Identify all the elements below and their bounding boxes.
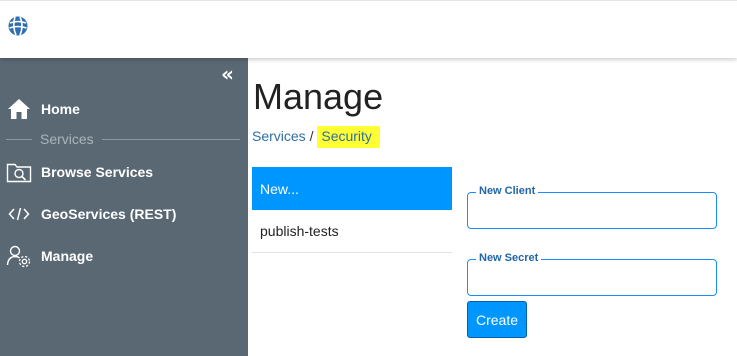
sidebar-item-label: Browse Services: [41, 164, 154, 180]
home-icon: [6, 96, 32, 122]
sidebar-item-label: Home: [41, 101, 80, 117]
new-client-input[interactable]: [474, 203, 710, 225]
page-title: Manage: [253, 76, 384, 117]
sidebar-section-label: Services: [40, 131, 94, 147]
divider: [6, 138, 32, 140]
sidebar-item-geoservices[interactable]: GeoServices (REST): [0, 197, 248, 231]
breadcrumb-separator: /: [309, 128, 314, 144]
new-secret-field: New Secret: [467, 252, 717, 296]
sidebar-item-home[interactable]: Home: [0, 92, 248, 126]
main-content: Manage Services / Security New... publis…: [248, 58, 737, 356]
breadcrumb: Services / Security: [252, 126, 380, 148]
divider: [101, 138, 240, 140]
code-icon: [6, 201, 32, 227]
list-item-publish-tests[interactable]: publish-tests: [252, 210, 452, 253]
sidebar-item-manage[interactable]: Manage: [0, 239, 248, 273]
list-item-new[interactable]: New...: [252, 167, 452, 210]
new-secret-label: New Secret: [476, 252, 542, 264]
user-gear-icon: [6, 243, 32, 269]
create-button[interactable]: Create: [467, 301, 527, 338]
sidebar-section-services: Services: [6, 130, 240, 148]
sidebar-item-browse-services[interactable]: Browse Services: [0, 155, 248, 189]
sidebar-item-label: Manage: [41, 248, 94, 264]
collapse-sidebar-button[interactable]: «: [221, 61, 234, 87]
new-client-label: New Client: [476, 185, 539, 197]
sidebar-item-label: GeoServices (REST): [41, 206, 177, 222]
globe-icon[interactable]: [7, 15, 29, 37]
browse-services-icon: [6, 159, 32, 185]
client-list: New... publish-tests: [252, 167, 452, 253]
sidebar: « Home Services Browse Services GeoServi…: [0, 58, 248, 356]
breadcrumb-current: Security: [317, 126, 380, 148]
new-client-field: New Client: [467, 185, 717, 229]
top-bar: [0, 0, 737, 58]
new-secret-input[interactable]: [474, 270, 710, 292]
breadcrumb-services-link[interactable]: Services: [252, 128, 306, 144]
